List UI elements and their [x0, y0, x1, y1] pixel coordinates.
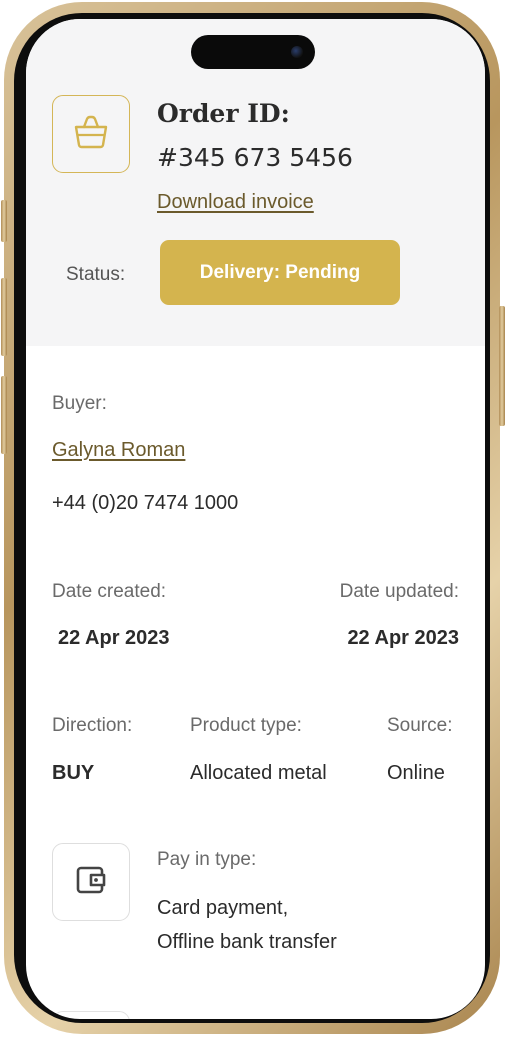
camera-icon — [291, 46, 303, 58]
direction-label: Direction: — [52, 715, 133, 736]
wallet-icon — [75, 865, 107, 900]
dynamic-island — [191, 35, 315, 69]
product-type-value: Allocated metal — [190, 762, 327, 784]
pay-in-type-value-1: Card payment, — [157, 897, 289, 919]
order-id-value: #345 673 5456 — [157, 143, 353, 172]
source-label: Source: — [387, 715, 453, 736]
pay-in-type-label: Pay in type: — [157, 849, 257, 870]
direction-value: BUY — [52, 762, 95, 784]
buyer-label: Buyer: — [52, 393, 107, 414]
download-invoice-link[interactable]: Download invoice — [157, 191, 314, 214]
status-badge[interactable]: Delivery: Pending — [160, 240, 400, 305]
date-created-value: 22 Apr 2023 — [58, 627, 170, 649]
buyer-name-link[interactable]: Galyna Roman — [52, 439, 185, 462]
buyer-phone: +44 (0)20 7474 1000 — [52, 492, 239, 514]
order-id-label: Order ID: — [157, 99, 290, 128]
status-label: Status: — [66, 264, 126, 285]
product-type-label: Product type: — [190, 715, 302, 736]
next-section-icon-box — [52, 1011, 130, 1019]
order-icon-box — [52, 95, 130, 173]
screen: Order ID: #345 673 5456 Download invoice… — [26, 19, 485, 1019]
shopping-bag-icon — [72, 115, 110, 154]
source-value: Online — [387, 762, 445, 784]
pay-in-type-value-2: Offline bank transfer — [157, 931, 337, 953]
date-created-label: Date created: — [52, 581, 167, 602]
payment-icon-box — [52, 843, 130, 921]
date-updated-value: 22 Apr 2023 — [347, 627, 459, 649]
date-updated-label: Date updated: — [339, 581, 459, 602]
